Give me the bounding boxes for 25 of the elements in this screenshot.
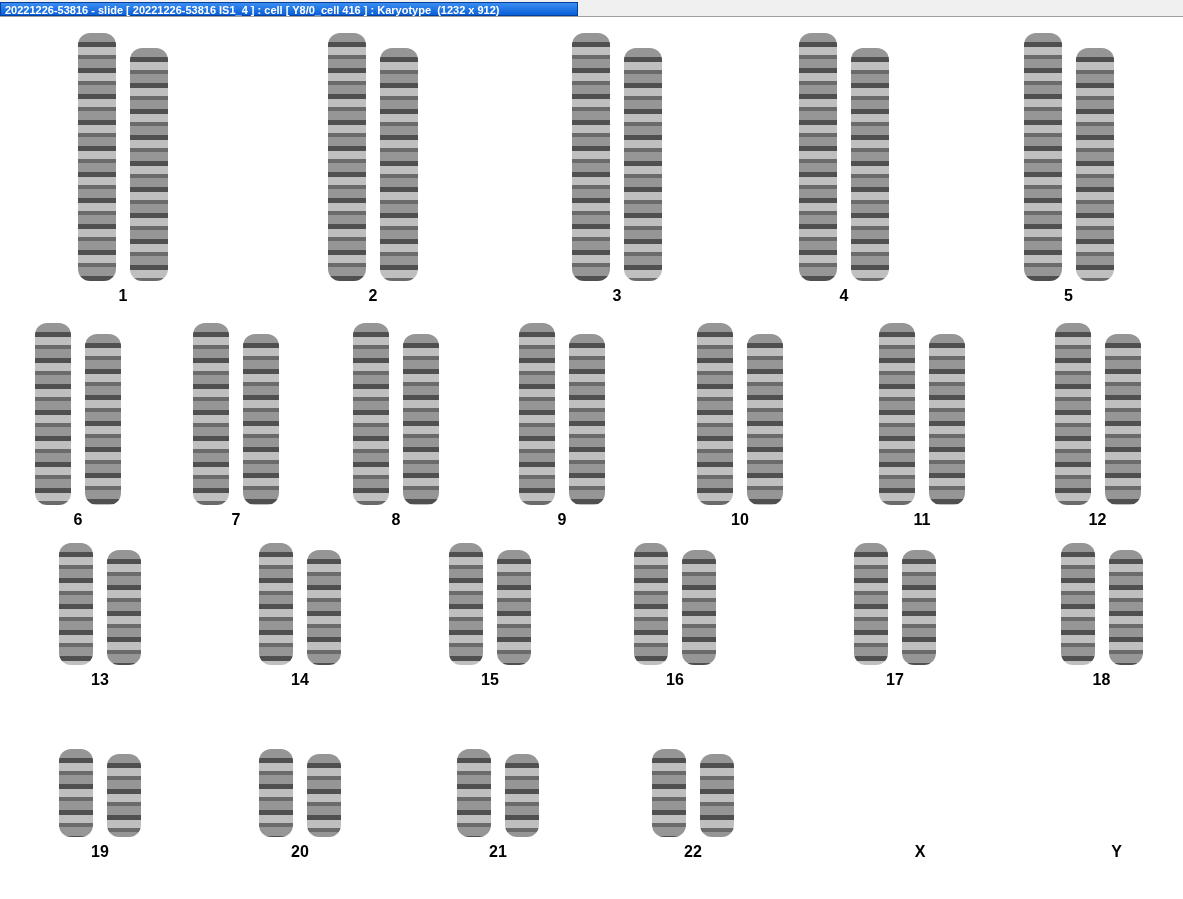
window-title: 20221226-53816 - slide [ 20221226-53816 IS1_4 ] : cell [ Y8/0_cell 416 ] : Karyotype (1232 x 912) <box>0 2 578 16</box>
chromosome-label: 4 <box>839 287 849 305</box>
chromosome-label: 12 <box>1088 511 1107 529</box>
chromosome-label: 20 <box>291 843 309 861</box>
chromosome-label: 18 <box>1092 671 1111 689</box>
chromosome-label: 9 <box>557 511 567 529</box>
chromosome-label: 21 <box>489 843 507 861</box>
chromosome-label: 2 <box>368 287 378 305</box>
chromosome-label: 16 <box>666 671 684 689</box>
chromosome-label: 19 <box>91 843 109 861</box>
chromosome-label: 5 <box>1064 287 1073 305</box>
chromosome-label: 17 <box>886 671 904 689</box>
chromosome-label: 1 <box>118 287 128 305</box>
chromosome-label: X <box>914 843 926 861</box>
chromosome-label: 8 <box>391 511 401 529</box>
chromosome-label: 11 <box>913 511 931 529</box>
chromosome-label: 15 <box>481 671 499 689</box>
chromosome-label: 7 <box>231 511 241 529</box>
chromosome-label: 10 <box>731 511 749 529</box>
chromosome-label: 13 <box>91 671 109 689</box>
chromosome-label: 3 <box>612 287 622 305</box>
chromosome-label: 22 <box>684 843 702 861</box>
chromosome-label: 6 <box>73 511 83 529</box>
chromosome-label: 14 <box>291 671 309 689</box>
chromosome-label: Y <box>1111 843 1122 861</box>
